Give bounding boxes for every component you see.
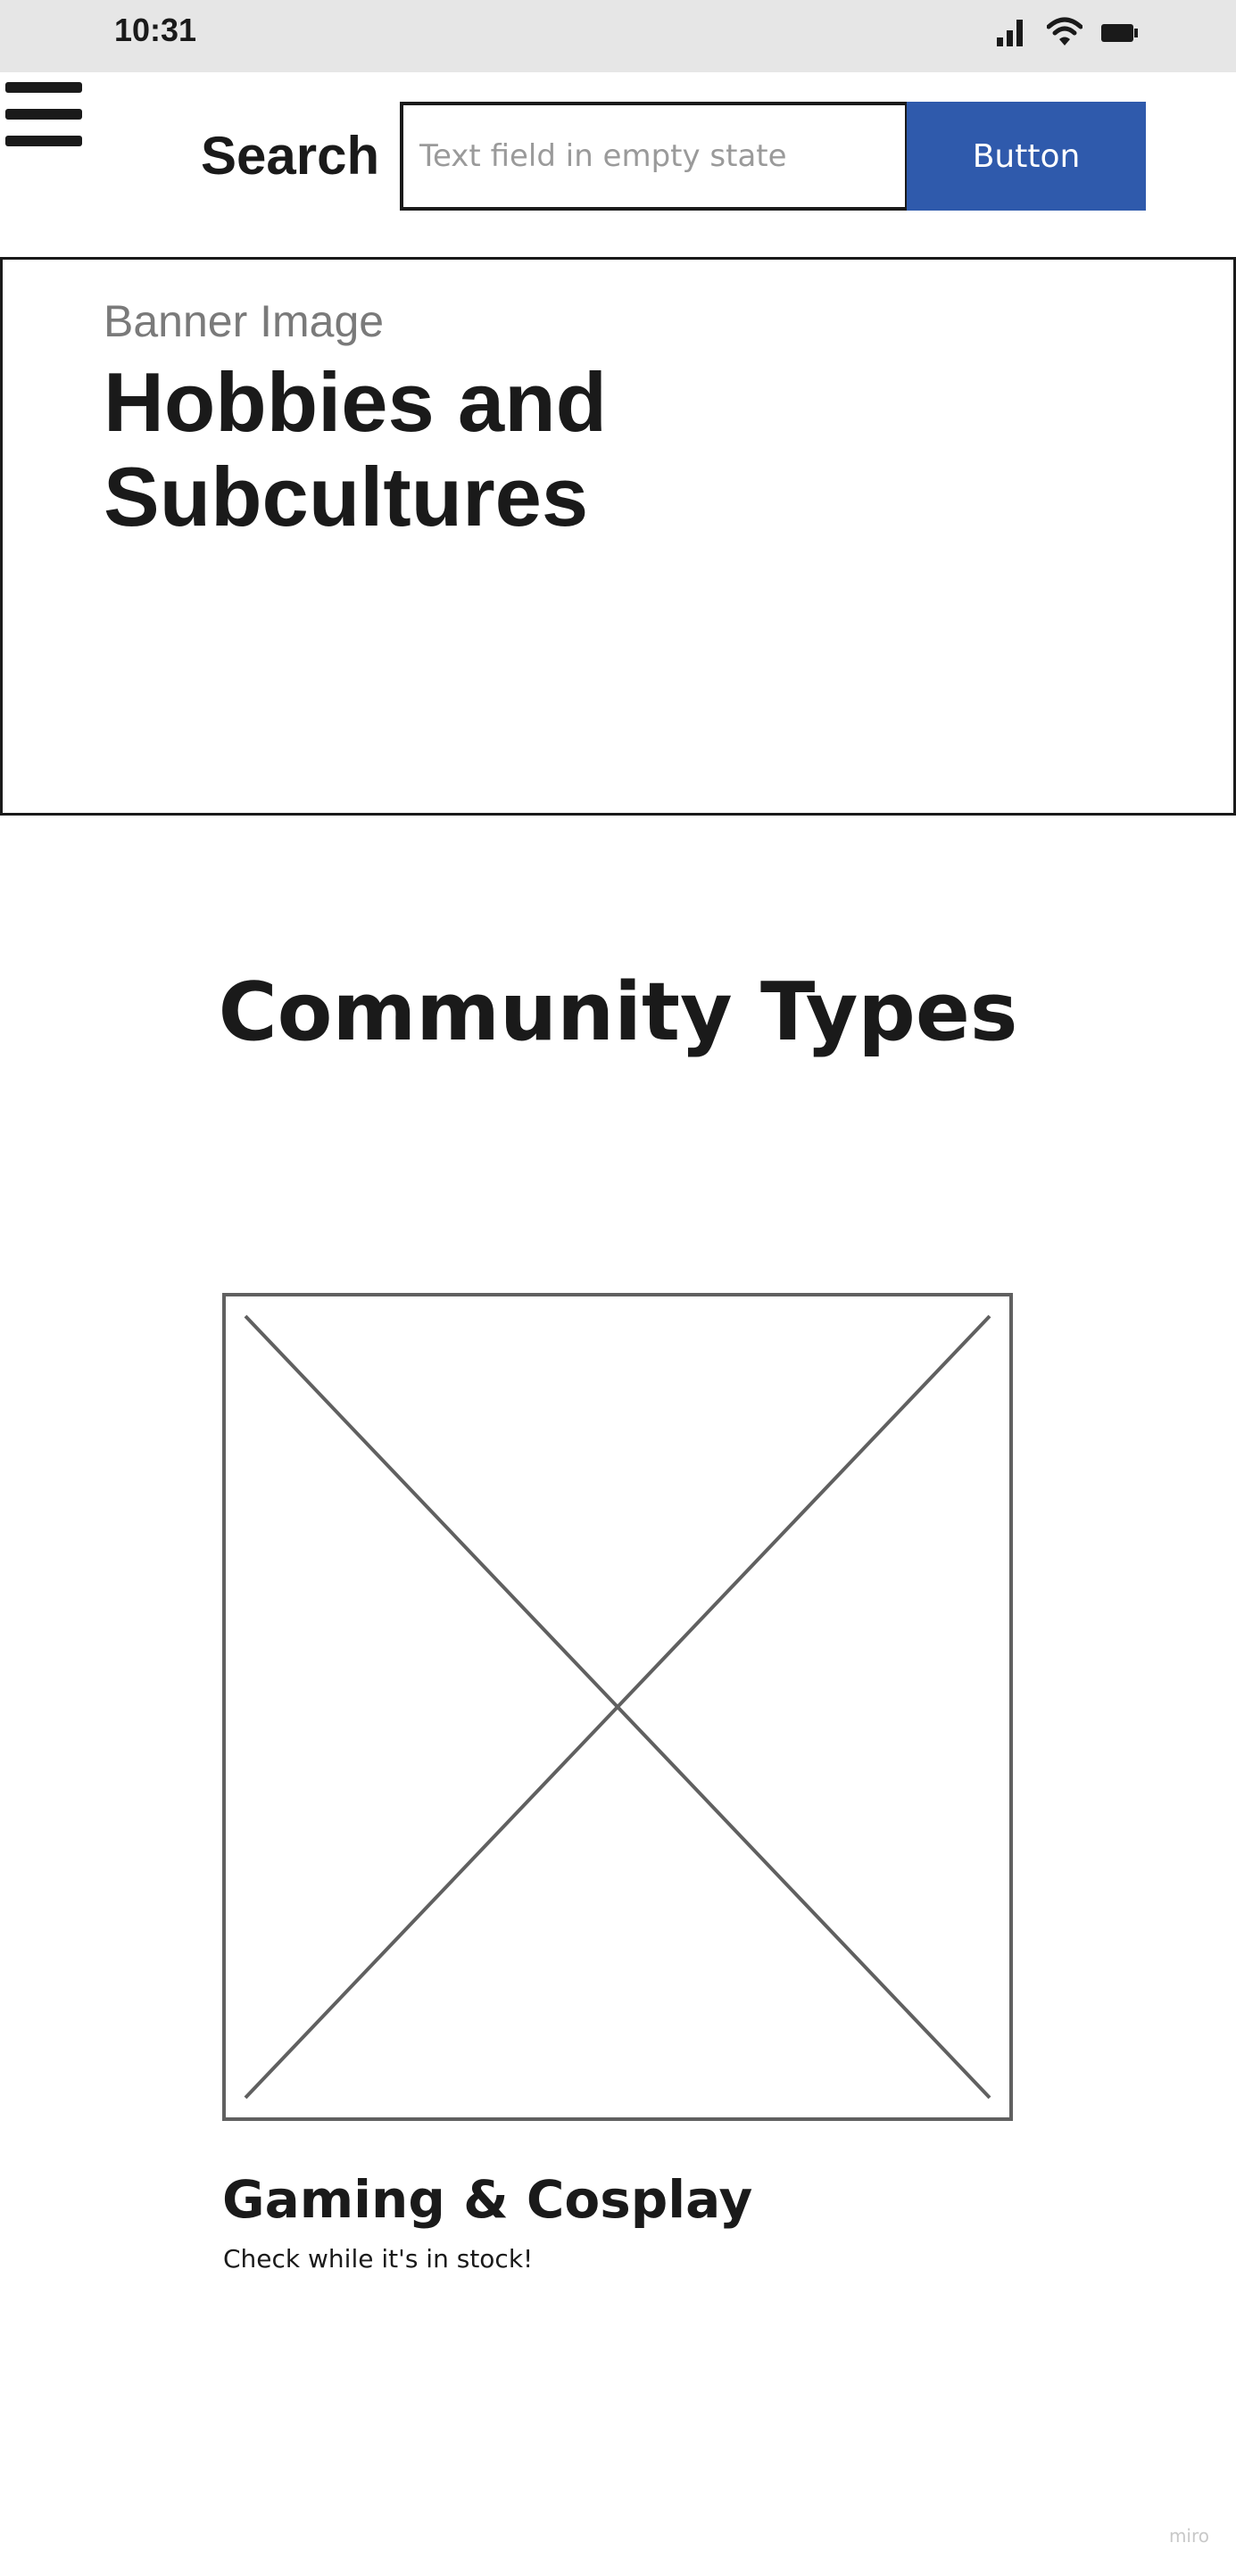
search-input[interactable] — [400, 102, 908, 211]
image-placeholder-icon[interactable] — [222, 1293, 1013, 2121]
card-title[interactable]: Gaming & Cosplay — [222, 2168, 752, 2231]
miro-watermark: miro — [1168, 2525, 1209, 2547]
banner-caption: Banner Image — [104, 296, 385, 346]
wifi-icon — [1047, 17, 1083, 46]
signal-icon — [997, 20, 1023, 46]
section-title: Community Types — [218, 965, 1018, 1059]
card-subtitle: Check while it's in stock! — [223, 2244, 534, 2274]
search-label: Search — [201, 126, 380, 186]
hamburger-menu-icon[interactable] — [5, 82, 82, 150]
status-time: 10:31 — [114, 12, 197, 48]
battery-icon — [1101, 24, 1138, 42]
search-button[interactable]: Button — [907, 102, 1146, 211]
status-bar: 10:31 — [0, 0, 1236, 72]
banner-title: Hobbies and Subcultures — [104, 355, 608, 543]
app-screen: 10:31 Search Button Banner Image — [0, 0, 1236, 2576]
status-icons — [995, 16, 1147, 48]
